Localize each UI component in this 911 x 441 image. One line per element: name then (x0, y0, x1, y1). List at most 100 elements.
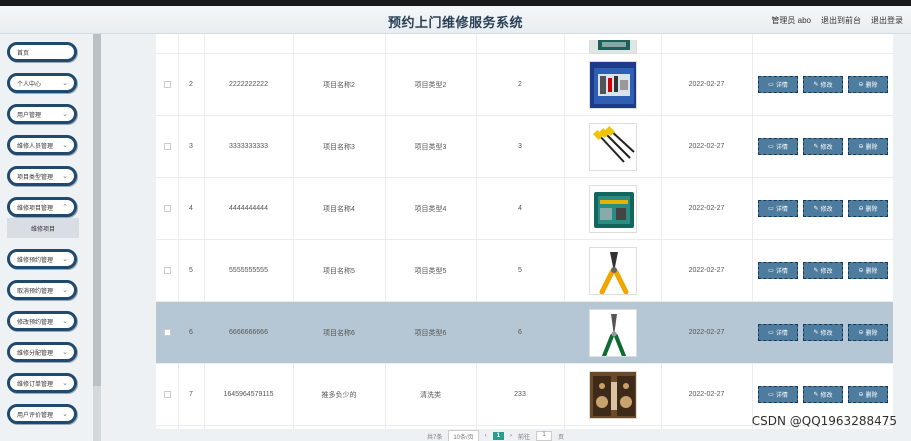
page-number-current[interactable]: 1 (492, 432, 505, 440)
row-checkbox[interactable] (163, 329, 171, 336)
delete-button[interactable]: ⊖ 删除 (848, 324, 888, 341)
chevron-down-icon: ⌄ (62, 317, 68, 325)
table-row[interactable]: 5 5555555555 项目名称5 项目类型5 5 2022-02-27 ▭ 详情 ✎ 修改 ⊖ 删… (156, 240, 893, 302)
cell-date: 2022-02-27 (688, 143, 725, 150)
edit-button-label: 修改 (820, 269, 833, 275)
sidebar-item-user-reviews[interactable]: 用户评价管理 ⌄ (7, 404, 77, 424)
sidebar-item-modified-appointments[interactable]: 修改预约管理 ⌄ (7, 311, 77, 331)
edit-button[interactable]: ✎ 修改 (803, 138, 843, 155)
sidebar-item-repair-orders[interactable]: 维修订单管理 ⌄ (7, 373, 77, 393)
detail-button-label: 详情 (775, 145, 788, 151)
sidebar-item-label: 项目类型管理 (17, 174, 54, 181)
cell-date: 2022-02-27 (688, 267, 725, 274)
table-row[interactable]: 4 4444444444 项目名称4 项目类型4 4 2022-02-27 ▭ 详情 ✎ 修改 ⊖ 删… (156, 178, 893, 240)
cell-index: 6 (189, 329, 193, 336)
sidebar-item-project-types[interactable]: 项目类型管理 ⌄ (7, 166, 77, 186)
sidebar-item-users[interactable]: 用户管理 ⌄ (7, 104, 77, 124)
screwdriver-icon[interactable] (588, 122, 637, 171)
delete-button-label: 删除 (865, 331, 878, 337)
cell-date: 2022-02-27 (688, 81, 725, 88)
toolbox-blue-icon[interactable] (588, 60, 637, 109)
page-size-select[interactable]: 10条/页 (448, 429, 479, 441)
sidebar-scrollbar[interactable] (93, 34, 101, 441)
prev-page-button[interactable]: ‹ (485, 433, 487, 439)
edit-button[interactable]: ✎ 修改 (803, 76, 843, 93)
scrollbar-thumb[interactable] (93, 34, 101, 386)
row-checkbox[interactable] (163, 205, 171, 212)
sidebar-item-cancelled-appointments[interactable]: 取消预约管理 ⌄ (7, 280, 77, 300)
delete-button[interactable]: ⊖ 删除 (848, 200, 888, 217)
delete-icon: ⊖ (858, 268, 864, 274)
delete-button-label: 删除 (865, 269, 878, 275)
detail-button[interactable]: ▭ 详情 (758, 324, 798, 341)
cell-date: 2022-02-27 (688, 329, 725, 336)
cell-count: 2 (518, 81, 522, 88)
edit-button-label: 修改 (820, 83, 833, 89)
delete-button[interactable]: ⊖ 删除 (848, 76, 888, 93)
cell-name: 项目名称5 (323, 267, 355, 275)
sidebar-item-label: 维修预约管理 (17, 257, 54, 264)
sidebar-item-repair-assignment[interactable]: 维修分配管理 ⌄ (7, 342, 77, 362)
row-checkbox[interactable] (163, 267, 171, 274)
sidebar-item-personal-center[interactable]: 个人中心 ⌄ (7, 73, 77, 93)
total-count: 共7条 (427, 434, 443, 441)
edit-button[interactable]: ✎ 修改 (803, 262, 843, 279)
row-checkbox[interactable] (163, 391, 171, 398)
table-row[interactable]: 2 2222222222 项目名称2 项目类型2 2 2022-02-27 ▭ 详情 ✎ 修改 ⊖ 删… (156, 54, 893, 116)
cell-count: 4 (518, 205, 522, 212)
chevron-down-icon: ⌄ (62, 255, 68, 263)
sidebar: 首页 个人中心 ⌄ 用户管理 ⌄ 维修人员管理 ⌄ 项目类型管理 ⌄ 维修项目管理 ⌃ 维… (0, 34, 96, 441)
edit-button[interactable]: ✎ 修改 (803, 324, 843, 341)
table-row[interactable]: 6 6666666666 项目名称6 项目类型6 6 2022-02-27 ▭ 详情 ✎ 修改 ⊖ 删… (156, 302, 893, 364)
cell-code: 2222222222 (229, 81, 268, 88)
cell-count: 3 (518, 143, 522, 150)
goto-label: 前往 (518, 434, 531, 441)
detail-button[interactable]: ▭ 详情 (758, 76, 798, 93)
delete-button[interactable]: ⊖ 删除 (848, 262, 888, 279)
pliers-icon[interactable] (588, 246, 637, 295)
submenu-item-repair-projects[interactable]: 维修项目 (7, 218, 79, 238)
row-checkbox[interactable] (163, 143, 171, 150)
chevron-down-icon: ⌄ (62, 379, 68, 387)
wire-stripper-icon[interactable] (588, 308, 637, 357)
next-page-button[interactable]: › (510, 433, 512, 439)
delete-button-label: 删除 (865, 393, 878, 399)
cell-index: 7 (189, 391, 193, 398)
sidebar-item-label: 取消预约管理 (17, 288, 54, 295)
delete-button[interactable]: ⊖ 删除 (848, 386, 888, 403)
speaker-cabinet-icon[interactable] (588, 370, 637, 419)
cell-date: 2022-02-27 (688, 391, 725, 398)
cell-code: 1645964579115 (223, 391, 274, 398)
sidebar-item-repairers[interactable]: 维修人员管理 ⌄ (7, 135, 77, 155)
chevron-down-icon: ⌄ (62, 348, 68, 356)
table-row[interactable]: 3 3333333333 项目名称3 项目类型3 3 2022-02-27 ▭ 详情 ✎ 修改 ⊖ 删… (156, 116, 893, 178)
delete-button[interactable]: ⊖ 删除 (848, 138, 888, 155)
page-unit: 页 (558, 434, 565, 441)
edit-button[interactable]: ✎ 修改 (803, 200, 843, 217)
table-row-partial (156, 0, 893, 54)
sidebar-item-repair-projects[interactable]: 维修项目管理 ⌃ (7, 197, 77, 217)
sidebar-item-appointments[interactable]: 维修预约管理 ⌄ (7, 249, 77, 269)
chevron-up-icon: ⌃ (62, 203, 68, 211)
cell-name: 项目名称6 (323, 329, 355, 337)
detail-icon: ▭ (768, 206, 774, 212)
detail-button[interactable]: ▭ 详情 (758, 386, 798, 403)
cell-count: 233 (514, 391, 526, 398)
detail-button-label: 详情 (775, 331, 788, 337)
delete-button-label: 删除 (865, 207, 878, 213)
detail-icon: ▭ (768, 144, 774, 150)
cell-count: 5 (518, 267, 522, 274)
detail-button[interactable]: ▭ 详情 (758, 200, 798, 217)
toolcase-green-icon[interactable] (588, 184, 637, 233)
chevron-down-icon: ⌄ (62, 110, 68, 118)
row-checkbox[interactable] (163, 81, 171, 88)
edit-button[interactable]: ✎ 修改 (803, 386, 843, 403)
detail-button[interactable]: ▭ 详情 (758, 138, 798, 155)
chevron-down-icon: ⌄ (62, 286, 68, 294)
cell-index: 5 (189, 267, 193, 274)
goto-page-input[interactable]: 1 (536, 431, 553, 441)
sidebar-item-label: 维修分配管理 (17, 350, 54, 357)
project-table: 2 2222222222 项目名称2 项目类型2 2 2022-02-27 ▭ 详情 ✎ 修改 ⊖ 删… (156, 34, 893, 429)
detail-button[interactable]: ▭ 详情 (758, 262, 798, 279)
sidebar-item-home[interactable]: 首页 (7, 42, 77, 62)
